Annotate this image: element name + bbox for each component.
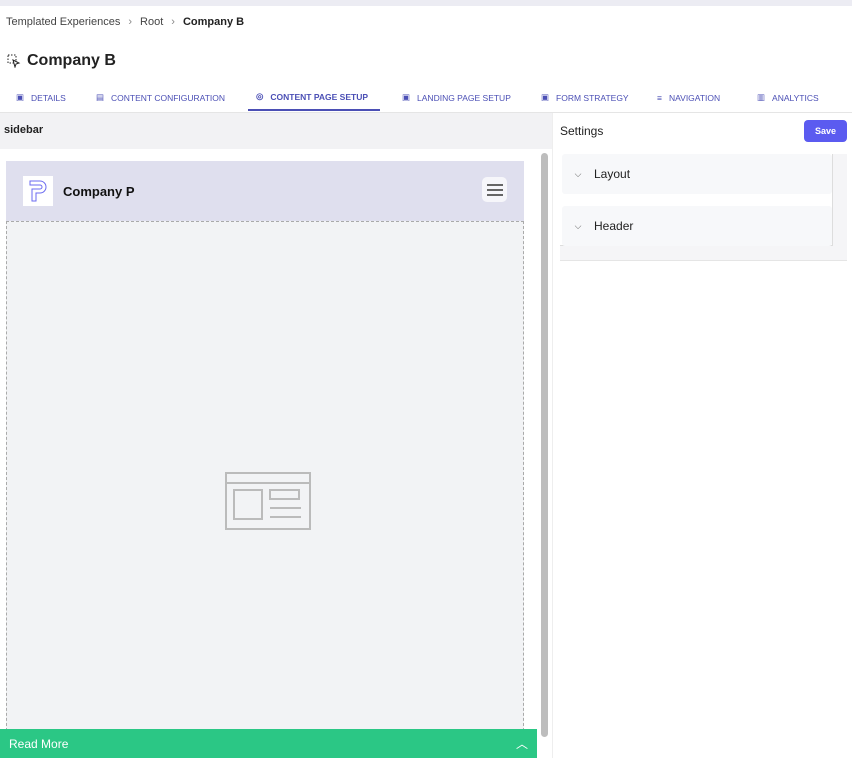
hamburger-menu-icon[interactable] [482, 177, 507, 202]
bar-chart-icon: ▥ [757, 92, 766, 102]
tab-label: CONTENT CONFIGURATION [111, 92, 225, 103]
image-icon: ▣ [16, 92, 25, 102]
tab-label: ANALYTICS [772, 92, 819, 103]
tab-label: DETAILS [31, 92, 66, 103]
document-icon: ▤ [96, 92, 105, 102]
save-button[interactable]: Save [804, 120, 847, 142]
palette-icon: ◎ [256, 91, 264, 101]
accordion-label: Header [594, 219, 634, 233]
scrollbar-thumb[interactable] [541, 153, 548, 737]
read-more-bar[interactable]: Read More ︿ [0, 729, 537, 758]
settings-title: Settings [560, 124, 604, 138]
settings-pane: Settings Save ⌵ Layout ⌵ Header [552, 113, 852, 758]
breadcrumb-templated-experiences[interactable]: Templated Experiences [6, 16, 120, 28]
company-name: Company P [63, 183, 135, 199]
chevron-right-icon: › [128, 16, 133, 28]
tab-form-strategy[interactable]: ▣ FORM STRATEGY [533, 84, 637, 111]
accordion-layout[interactable]: ⌵ Layout [562, 154, 832, 194]
chevron-down-icon: ⌵ [574, 168, 582, 179]
page-icon: ▣ [402, 92, 411, 102]
scrollbar[interactable] [538, 149, 552, 758]
tab-details[interactable]: ▣ DETAILS [8, 84, 74, 111]
content-drop-zone[interactable] [6, 221, 524, 741]
chevron-up-icon[interactable]: ︿ [516, 735, 528, 752]
breadcrumb-root[interactable]: Root [140, 16, 163, 28]
chevron-down-icon: ⌵ [574, 220, 582, 231]
preview-pane: sidebar Company P Read More ︿ [0, 113, 552, 758]
tab-landing-page-setup[interactable]: ▣ LANDING PAGE SETUP [394, 84, 519, 111]
page-header: Company B [7, 52, 116, 70]
breadcrumb-current: Company B [182, 16, 245, 28]
page-title: Company B [27, 52, 116, 69]
form-icon: ▣ [541, 92, 550, 102]
top-bar [0, 0, 852, 6]
menu-icon: ≡ [657, 92, 662, 103]
logo-icon [29, 180, 47, 202]
breadcrumb: Templated Experiences › Root › Company B [6, 16, 244, 28]
preview-frame: Company P Read More ︿ [0, 149, 552, 758]
tab-label: LANDING PAGE SETUP [417, 92, 511, 103]
select-pointer-icon [7, 54, 21, 68]
accordion-header[interactable]: ⌵ Header [562, 206, 832, 246]
tab-label: FORM STRATEGY [556, 92, 629, 103]
settings-panel: ⌵ Layout ⌵ Header [560, 154, 847, 261]
tab-content-page-setup[interactable]: ◎ CONTENT PAGE SETUP [248, 84, 380, 111]
company-logo [23, 176, 53, 206]
accordion-group: ⌵ Layout ⌵ Header [560, 154, 833, 246]
tab-bar: ▣ DETAILS ▤ CONTENT CONFIGURATION ◎ CONTENT… [0, 84, 852, 112]
layout-placeholder-icon [225, 472, 311, 530]
tab-content-configuration[interactable]: ▤ CONTENT CONFIGURATION [88, 84, 233, 111]
chevron-right-icon: › [171, 16, 175, 28]
tab-label: NAVIGATION [668, 92, 721, 103]
tab-navigation[interactable]: ≡ NAVIGATION [649, 84, 728, 111]
preview-header: Company P [6, 161, 524, 221]
preview-label: sidebar [4, 124, 44, 136]
tab-label: CONTENT PAGE SETUP [270, 91, 369, 102]
accordion-label: Layout [594, 167, 631, 181]
tab-analytics[interactable]: ▥ ANALYTICS [749, 84, 827, 111]
read-more-label: Read More [9, 736, 69, 751]
